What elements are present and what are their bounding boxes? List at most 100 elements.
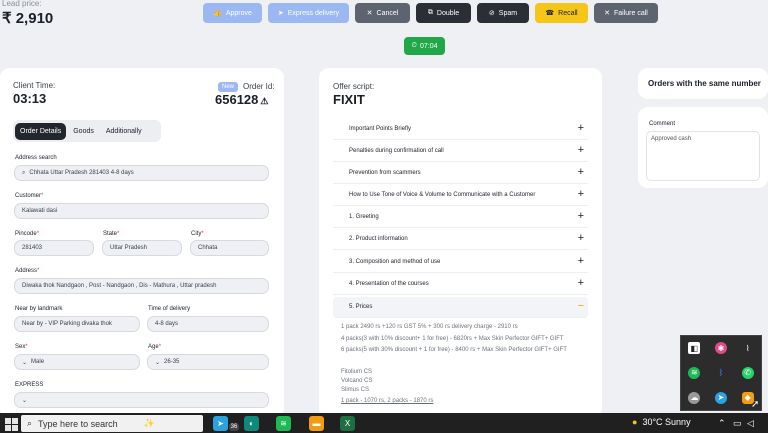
chevron-up-icon[interactable]: ⌃ xyxy=(718,418,726,429)
tab-additionally[interactable]: Additionally xyxy=(101,123,147,140)
product-volcano: Volcano CS xyxy=(341,378,373,384)
spotify-taskbar-icon[interactable]: ≋ xyxy=(276,416,291,431)
folder-icon[interactable]: ▬ xyxy=(309,416,324,431)
search-icon: ⌕ xyxy=(22,169,26,176)
timer-icon: ⏲ xyxy=(411,42,417,49)
windows-taskbar: ⌕ Type here to search ✨ ➤ 36 ◐ ≋ ▬ X ● 30°C… xyxy=(0,413,768,433)
express-label: EXPRESS xyxy=(15,382,44,388)
script-item-product-info[interactable]: 2. Product information + xyxy=(333,229,588,250)
comment-label: Comment xyxy=(649,121,676,127)
price-line-3: 6 packs(5 with 30% discount + 1 for free… xyxy=(341,347,567,353)
age-select[interactable]: ⌄ 26-35 xyxy=(147,354,269,370)
delivery-time-field[interactable]: 4-8 days xyxy=(147,316,269,332)
whatsapp-icon[interactable]: ✆ xyxy=(741,366,754,379)
product-fitolium: Fitolium CS xyxy=(341,369,373,375)
landmark-label: Near by landmark xyxy=(15,306,63,312)
chevron-down-icon: ⌄ xyxy=(22,359,28,366)
comment-panel: Comment Approved cash xyxy=(638,107,768,188)
phone-icon: ☎ xyxy=(545,10,555,17)
double-icon: ⧉ xyxy=(427,9,433,16)
cancel-button[interactable]: ✕ Cancel xyxy=(355,3,410,23)
bluetooth-icon[interactable]: ᛒ xyxy=(715,367,727,379)
plus-icon: + xyxy=(577,210,584,222)
double-button[interactable]: ⧉ Double xyxy=(416,3,471,23)
system-tray-flyout: ◧ ✱ ⌇ ≋ ᛒ ✆ ☁ ➤ ◆ xyxy=(680,335,762,411)
state-label: State* xyxy=(103,231,120,237)
script-item-important-points[interactable]: Important Points Briefly + xyxy=(333,119,588,140)
script-item-greeting[interactable]: 1. Greeting + xyxy=(333,207,588,228)
script-item-tone-of-voice[interactable]: How to Use Tone of Voice & Volume to Com… xyxy=(333,185,588,206)
sparkle-icon: ✨ xyxy=(143,418,155,428)
telegram-icon[interactable]: ➤ xyxy=(714,391,727,404)
minus-icon: − xyxy=(577,300,584,312)
close-icon: ✕ xyxy=(604,10,610,17)
telegram-taskbar-icon[interactable]: ➤ xyxy=(213,416,228,431)
comment-textarea[interactable]: Approved cash xyxy=(646,131,760,181)
search-icon: ⌕ xyxy=(27,418,33,428)
excel-icon[interactable]: X xyxy=(340,416,355,431)
state-field[interactable]: Uttar Pradesh xyxy=(102,240,182,256)
cancel-icon: ✕ xyxy=(366,10,373,17)
call-timer: ⏲ 07:04 xyxy=(404,37,445,55)
spam-button[interactable]: ⊘ Spam xyxy=(477,3,529,23)
volume-icon[interactable]: ◁ xyxy=(747,418,754,429)
windows-start-icon[interactable] xyxy=(3,416,18,431)
mouse-cursor-icon: ➚ xyxy=(751,399,760,410)
order-tabs: Order Details Goods Additionally xyxy=(13,120,161,142)
plus-icon: + xyxy=(577,122,584,134)
new-badge: New xyxy=(218,82,238,92)
network-icon[interactable]: ⌇ xyxy=(742,342,754,354)
express-delivery-button[interactable]: ➤ Express delivery xyxy=(268,3,349,23)
pincode-field[interactable]: 281403 xyxy=(14,240,94,256)
plus-icon: + xyxy=(577,188,584,200)
approve-button[interactable]: 👍 Approve xyxy=(203,3,262,23)
weather-widget[interactable]: ● 30°C Sunny xyxy=(632,417,691,427)
script-item-composition[interactable]: 3. Composition and method of use + xyxy=(333,252,588,273)
edge-icon[interactable]: ◐ xyxy=(244,416,259,431)
customer-label: Customer* xyxy=(15,193,44,199)
customer-field[interactable]: Kalawati dasi xyxy=(14,203,269,219)
edge-badge: 36 xyxy=(229,423,239,431)
thumbs-up-icon: 👍 xyxy=(213,10,222,17)
script-item-prices[interactable]: 5. Prices − xyxy=(333,297,588,318)
landmark-field[interactable]: Near by - VIP Parking divaka thok xyxy=(14,316,140,332)
script-item-scammers[interactable]: Prevention from scammers + xyxy=(333,163,588,184)
price-line-2: 4 packs(3 with 10% discount+ 1 for free)… xyxy=(341,336,564,342)
warning-icon: ⚠ xyxy=(260,96,269,106)
address-label: Address* xyxy=(15,268,40,274)
sex-select[interactable]: ⌄ Male xyxy=(14,354,140,370)
address-search-label: Address search xyxy=(15,155,57,161)
pack-note: 1 pack - 1070 rs, 2 packs - 1870 rs xyxy=(341,398,434,404)
price-line-1: 1 pack 2490 rs +120 rs GST 5% + 300 rs d… xyxy=(341,324,518,330)
order-id-label: Order Id: xyxy=(243,82,275,91)
plus-icon: + xyxy=(577,144,584,156)
script-item-courses[interactable]: 4. Presentation of the courses + xyxy=(333,274,588,295)
address-field[interactable]: Diwaka thok Nandgaon , Post - Nandgaon ,… xyxy=(14,278,269,294)
offer-script-label: Offer script: xyxy=(333,82,375,91)
slack-icon[interactable]: ✱ xyxy=(714,342,727,355)
tab-goods[interactable]: Goods xyxy=(68,123,99,140)
taskbar-search[interactable]: ⌕ Type here to search ✨ xyxy=(21,415,203,432)
plus-icon: + xyxy=(577,277,584,289)
spotify-icon[interactable]: ≋ xyxy=(688,366,701,379)
city-field[interactable]: Chhata xyxy=(190,240,269,256)
plus-icon: + xyxy=(577,166,584,178)
monitor-icon[interactable]: ▭ xyxy=(733,418,742,429)
plus-icon: + xyxy=(577,255,584,267)
product-slimus: Slimus CS xyxy=(341,387,370,393)
recall-button[interactable]: ☎ Recall xyxy=(535,3,588,23)
delivery-time-label: Time of delivery xyxy=(148,306,191,312)
express-select[interactable]: ⌄ xyxy=(14,392,269,408)
lead-price: ₹ 2,910 xyxy=(2,10,54,27)
address-search-input[interactable]: ⌕ Chhata Uttar Pradesh 281403 4-8 days xyxy=(14,165,269,181)
script-item-penalties[interactable]: Penalties during confirmation of call + xyxy=(333,141,588,162)
offer-script-panel: Offer script: FIXIT Important Points Bri… xyxy=(319,68,602,418)
cloud-icon[interactable]: ☁ xyxy=(688,391,701,404)
security-icon[interactable]: ◧ xyxy=(688,342,701,355)
tab-order-details[interactable]: Order Details xyxy=(15,122,67,140)
action-toolbar: 👍 Approve ➤ Express delivery ✕ Cancel ⧉ Doub… xyxy=(203,3,658,23)
failure-call-button[interactable]: ✕ Failure call xyxy=(594,3,658,23)
city-label: City* xyxy=(191,231,204,237)
spam-icon: ⊘ xyxy=(488,10,495,17)
offer-name: FIXIT xyxy=(333,92,365,107)
